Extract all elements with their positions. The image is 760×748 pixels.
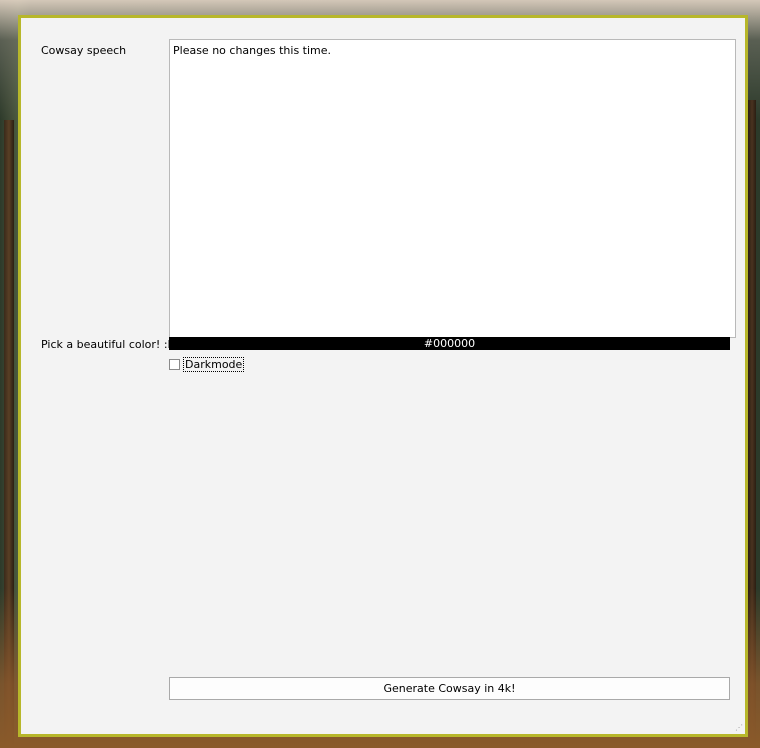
darkmode-checkbox-row[interactable]: Darkmode [169, 356, 245, 372]
cowsay-window: Cowsay speech Please no changes this tim… [18, 15, 748, 737]
darkmode-label[interactable]: Darkmode [183, 356, 245, 372]
size-grip-icon[interactable]: ⋰ [735, 724, 743, 732]
color-label: Pick a beautiful color! :D [41, 338, 176, 351]
generate-button[interactable]: Generate Cowsay in 4k! [169, 677, 730, 700]
color-picker-button[interactable]: #000000 [169, 337, 730, 350]
darkmode-checkbox[interactable] [169, 358, 180, 370]
speech-label: Cowsay speech [41, 44, 127, 57]
speech-textarea[interactable]: Please no changes this time. [169, 39, 736, 338]
